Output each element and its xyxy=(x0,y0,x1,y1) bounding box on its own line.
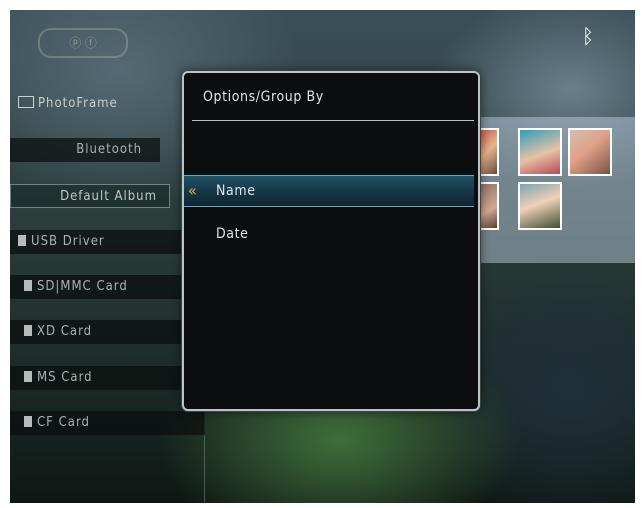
sidebar-item-photoframe[interactable]: PhotoFrame xyxy=(10,92,205,116)
card-icon xyxy=(24,325,32,336)
sidebar-item-label: Default Album xyxy=(60,189,157,204)
sidebar-item-bluetooth[interactable]: Bluetooth xyxy=(10,138,160,162)
sidebar-item-label: SD|MMC Card xyxy=(37,279,128,294)
option-date[interactable]: Date xyxy=(184,219,474,249)
bluetooth-icon: ᛒ xyxy=(582,24,594,48)
sidebar-item-label: XD Card xyxy=(37,324,93,339)
dialog-title: Options/Group By xyxy=(203,89,324,105)
sidebar-item-label: CF Card xyxy=(37,415,90,430)
card-icon xyxy=(24,371,32,382)
sidebar-item-label: Bluetooth xyxy=(76,142,142,157)
photoframe-logo-icon: ⓟ ⓕ xyxy=(38,28,128,58)
photoframe-screen: ⓟ ⓕ ᛒ PhotoFrame Bluetooth Default Album… xyxy=(10,10,635,503)
chevron-left-icon: « xyxy=(188,181,197,200)
dialog-divider xyxy=(192,120,474,121)
sidebar-item-sd-mmc-card[interactable]: SD|MMC Card xyxy=(10,275,205,299)
sidebar-item-cf-card[interactable]: CF Card xyxy=(10,411,205,435)
group-by-dialog: Options/Group By « Name Date xyxy=(182,71,480,411)
sidebar-item-ms-card[interactable]: MS Card xyxy=(10,366,205,390)
photo-thumbnail[interactable] xyxy=(518,128,562,176)
option-label: Name xyxy=(216,183,256,199)
card-icon xyxy=(24,280,32,291)
sidebar-item-usb-driver[interactable]: USB Driver xyxy=(10,230,205,254)
sidebar-item-xd-card[interactable]: XD Card xyxy=(10,320,205,344)
option-name[interactable]: « Name xyxy=(184,175,474,207)
usb-icon xyxy=(18,235,26,246)
sidebar-item-label: PhotoFrame xyxy=(38,96,118,111)
sidebar-item-default-album[interactable]: Default Album xyxy=(10,184,170,208)
sidebar-item-label: USB Driver xyxy=(31,234,105,249)
card-icon xyxy=(24,416,32,427)
sidebar-item-label: MS Card xyxy=(37,370,93,385)
photo-thumbnail[interactable] xyxy=(568,128,612,176)
thumbnail-grid xyxy=(475,117,635,263)
photoframe-icon xyxy=(18,96,34,108)
option-label: Date xyxy=(216,226,249,242)
photo-thumbnail[interactable] xyxy=(518,182,562,230)
